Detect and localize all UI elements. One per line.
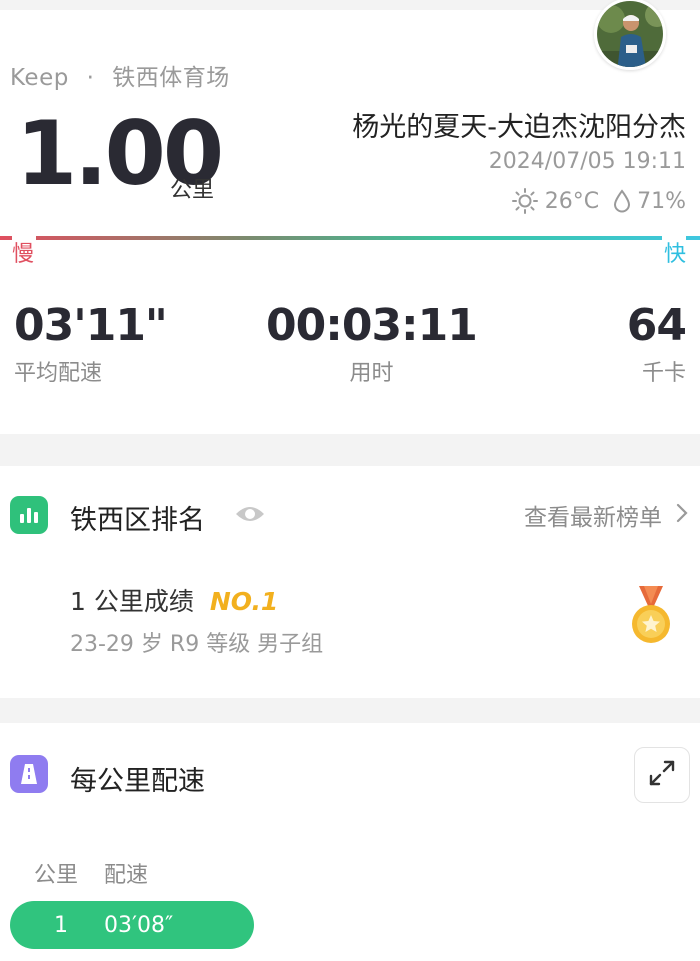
stat-value: 00:03:11 bbox=[266, 300, 478, 351]
pace-row-value: 03′08″ bbox=[104, 912, 174, 938]
rank-detail: 23-29 岁 R9 等级 男子组 bbox=[70, 632, 324, 657]
stat-label: 平均配速 bbox=[14, 361, 103, 386]
expand-icon bbox=[647, 758, 677, 792]
stat-avg-pace: 03'11" 平均配速 bbox=[14, 300, 168, 387]
col-km-header: 公里 bbox=[34, 863, 79, 888]
eye-icon[interactable] bbox=[234, 502, 266, 530]
sun-icon bbox=[511, 187, 539, 215]
medal-icon bbox=[630, 584, 672, 650]
fast-label: 快 bbox=[661, 236, 686, 268]
pace-card: 每公里配速 公里 配速 1 03′08″ bbox=[0, 723, 700, 961]
bar-chart-icon bbox=[10, 496, 48, 534]
stat-value: 03'11" bbox=[14, 300, 168, 351]
weather-info: 26°C 71% bbox=[511, 187, 686, 215]
avatar[interactable] bbox=[594, 0, 666, 70]
chevron-right-icon bbox=[676, 503, 688, 527]
rank-result: 1 公里成绩 NO.1 bbox=[70, 582, 278, 618]
humidity: 71% bbox=[637, 188, 686, 214]
summary-card: Keep · 铁西体育场 1.00 公里 杨光的夏天-大迫杰沈阳分杰 2024/… bbox=[0, 0, 700, 434]
stat-duration: 00:03:11 用时 bbox=[266, 300, 478, 387]
pace-section-icon bbox=[10, 755, 48, 793]
pace-row[interactable]: 1 03′08″ bbox=[10, 901, 254, 949]
col-pace-header: 配速 bbox=[104, 863, 149, 888]
stat-value: 64 bbox=[626, 300, 687, 351]
ranking-card: 铁西区排名 查看最新榜单 1 公里成绩 NO.1 23-29 岁 R9 等级 男… bbox=[0, 466, 700, 698]
link-label: 查看最新榜单 bbox=[524, 505, 662, 531]
pace-row-km: 1 bbox=[54, 912, 68, 938]
droplet-icon bbox=[613, 189, 631, 213]
slow-label: 慢 bbox=[12, 236, 37, 268]
separator: · bbox=[86, 65, 95, 91]
ranking-title: 铁西区排名 bbox=[70, 505, 205, 536]
stat-label: 用时 bbox=[349, 361, 394, 386]
stat-label: 千卡 bbox=[641, 361, 686, 386]
pace-gradient-bar bbox=[0, 236, 700, 240]
brand-name: Keep bbox=[10, 65, 69, 91]
expand-button[interactable] bbox=[634, 747, 690, 803]
result-prefix: 1 公里成绩 bbox=[70, 587, 194, 616]
event-name: 杨光的夏天-大迫杰沈阳分杰 bbox=[352, 112, 686, 143]
stat-calories: 64 千卡 bbox=[626, 300, 687, 387]
distance-unit: 公里 bbox=[170, 178, 215, 203]
pace-section-title: 每公里配速 bbox=[70, 766, 205, 797]
rank-badge: NO.1 bbox=[209, 587, 279, 616]
location-name: 铁西体育场 bbox=[112, 65, 230, 91]
workout-datetime: 2024/07/05 19:11 bbox=[488, 149, 686, 174]
temperature: 26°C bbox=[544, 188, 600, 214]
source-line: Keep · 铁西体育场 bbox=[10, 58, 230, 92]
latest-leaderboard-link[interactable]: 查看最新榜单 bbox=[524, 498, 688, 532]
